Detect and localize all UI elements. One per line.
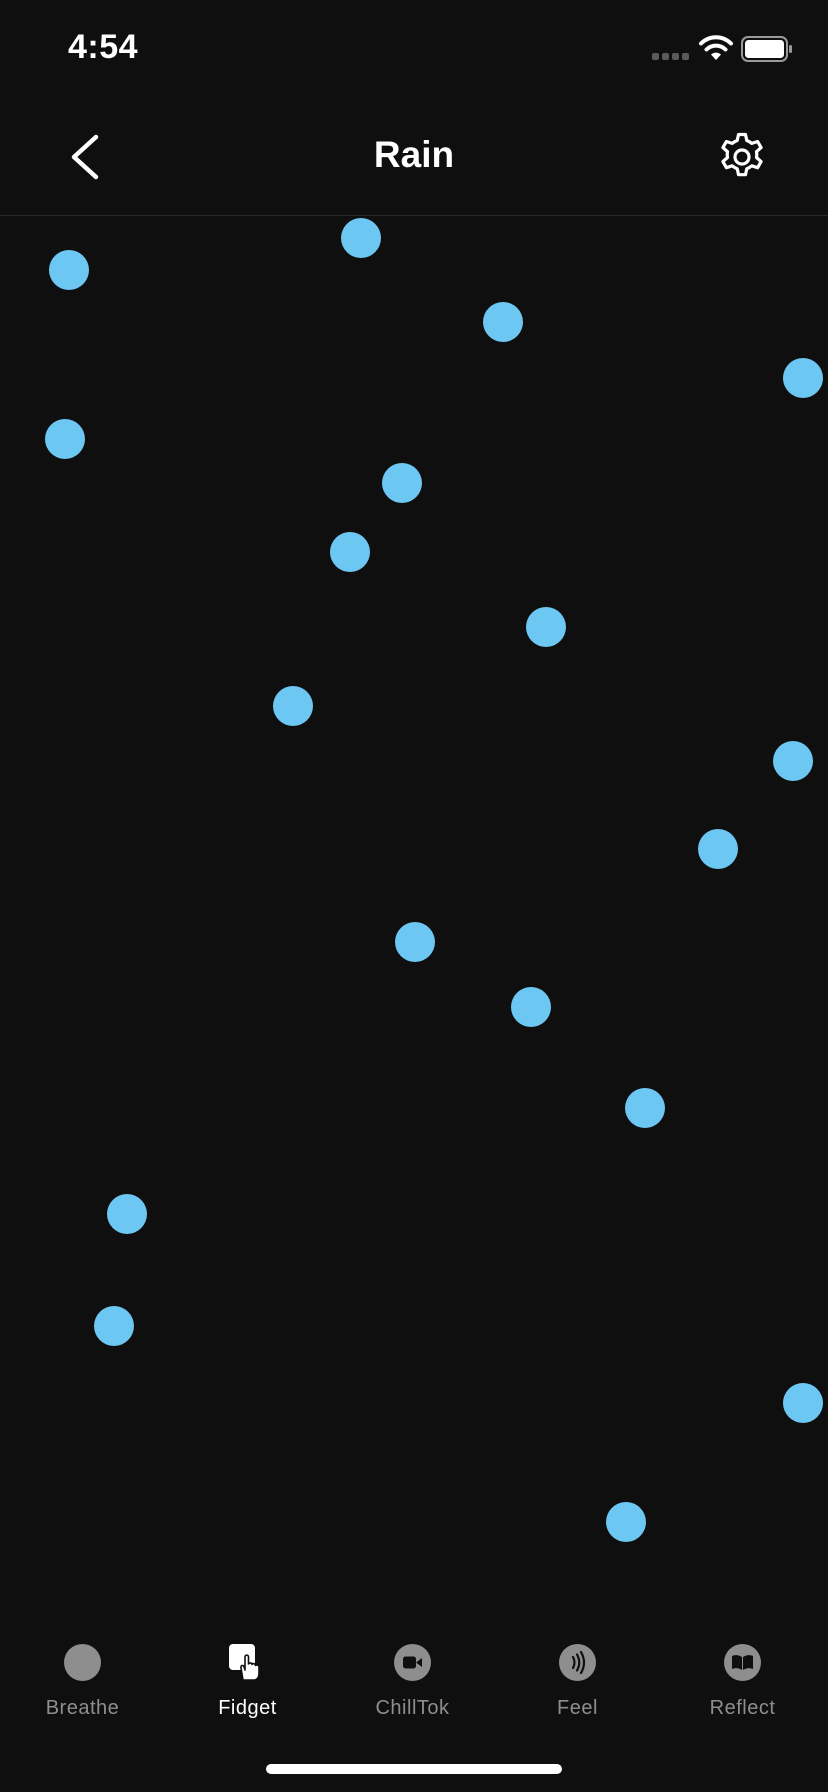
rain-drop[interactable] (698, 829, 738, 869)
rain-drop[interactable] (45, 419, 85, 459)
rain-drop[interactable] (606, 1502, 646, 1542)
rain-drop[interactable] (483, 302, 523, 342)
status-time: 4:54 (68, 28, 139, 66)
navigation-header: Rain (0, 100, 828, 216)
rain-drop[interactable] (94, 1306, 134, 1346)
rain-drop[interactable] (511, 987, 551, 1027)
home-indicator (266, 1764, 562, 1774)
cellular-signal-icon (652, 53, 692, 61)
open-book-icon (724, 1644, 761, 1681)
tab-chilltok[interactable]: ChillTok (330, 1620, 495, 1720)
tab-label-reflect: Reflect (709, 1697, 776, 1719)
rain-canvas[interactable] (0, 216, 828, 1616)
rain-drop[interactable] (395, 922, 435, 962)
wifi-icon (699, 35, 733, 60)
tab-label-breathe: Breathe (45, 1697, 120, 1719)
rain-drop[interactable] (341, 218, 381, 258)
tab-bar: Breathe Fidget ChillTok Feel Reflect (0, 1620, 828, 1740)
rain-drop[interactable] (783, 358, 823, 398)
video-camera-icon (394, 1644, 431, 1681)
vibration-waves-icon (559, 1644, 596, 1681)
tab-label-feel: Feel (557, 1697, 598, 1719)
rain-drop[interactable] (783, 1383, 823, 1423)
tap-hand-icon (229, 1644, 260, 1681)
gear-icon[interactable] (716, 131, 768, 183)
rain-drop[interactable] (382, 463, 422, 503)
rain-drop[interactable] (625, 1088, 665, 1128)
rain-drop[interactable] (330, 532, 370, 572)
tab-feel[interactable]: Feel (495, 1620, 660, 1720)
battery-icon (741, 36, 792, 62)
tab-breathe[interactable]: Breathe (0, 1620, 165, 1720)
rain-drop[interactable] (526, 607, 566, 647)
rain-drop[interactable] (49, 250, 89, 290)
rain-drop[interactable] (107, 1194, 147, 1234)
tab-label-chilltok: ChillTok (375, 1697, 450, 1719)
rain-drop[interactable] (273, 686, 313, 726)
page-title: Rain (373, 134, 455, 175)
tab-label-fidget: Fidget (218, 1697, 277, 1719)
tab-reflect[interactable]: Reflect (660, 1620, 825, 1720)
tab-fidget[interactable]: Fidget (165, 1620, 330, 1720)
circle-icon (64, 1644, 101, 1681)
rain-drop[interactable] (773, 741, 813, 781)
status-bar: 4:54 (0, 0, 828, 100)
